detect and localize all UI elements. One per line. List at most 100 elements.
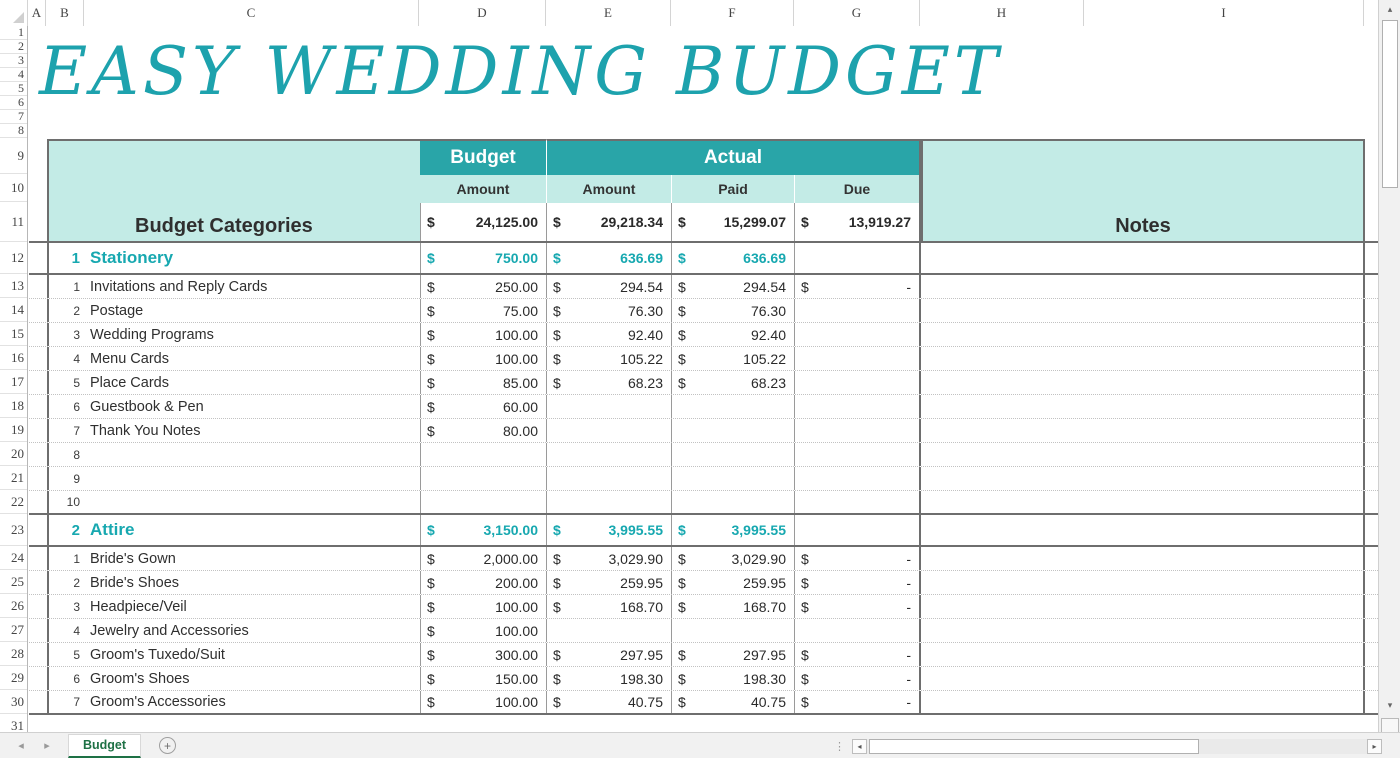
item-number-0-2[interactable]: 3 [47, 323, 85, 346]
spacer-a-0-1[interactable] [29, 299, 47, 322]
row-header-25[interactable]: 25 [0, 570, 28, 594]
spacer-j-1-5[interactable] [1365, 667, 1378, 690]
item-actual-amount-0-5[interactable] [547, 395, 672, 418]
item-number-0-0[interactable]: 1 [47, 275, 85, 298]
row-header-2[interactable]: 2 [0, 40, 28, 54]
item-number-1-5[interactable]: 6 [47, 667, 85, 690]
item-number-0-7[interactable]: 8 [47, 443, 85, 466]
item-due-1-5[interactable]: $- [795, 667, 921, 690]
sheet-next-arrow-icon[interactable]: ▸ [44, 739, 50, 752]
item-name-1-4[interactable]: Groom's Tuxedo/Suit [85, 643, 420, 666]
item-number-0-3[interactable]: 4 [47, 347, 85, 370]
item-number-1-3[interactable]: 4 [47, 619, 85, 642]
spacer-j-1-0[interactable] [1365, 547, 1378, 570]
item-budget-amount-0-6[interactable]: $80.00 [420, 419, 547, 442]
spacer-a-cat-1[interactable] [29, 515, 47, 545]
item-actual-amount-1-2[interactable]: $168.70 [547, 595, 672, 618]
item-budget-amount-0-9[interactable] [420, 491, 547, 513]
item-number-0-8[interactable]: 9 [47, 467, 85, 490]
item-budget-amount-1-3[interactable]: $100.00 [420, 619, 547, 642]
item-due-0-2[interactable] [795, 323, 921, 346]
item-budget-amount-0-3[interactable]: $100.00 [420, 347, 547, 370]
item-due-1-2[interactable]: $- [795, 595, 921, 618]
row-header-10[interactable]: 10 [0, 174, 28, 202]
item-name-0-9[interactable] [85, 491, 420, 513]
item-number-1-1[interactable]: 2 [47, 571, 85, 594]
spacer-j-0-4[interactable] [1365, 371, 1378, 394]
spacer-a-0-8[interactable] [29, 467, 47, 490]
spacer-a-0-5[interactable] [29, 395, 47, 418]
row-header-16[interactable]: 16 [0, 346, 28, 370]
row-header-18[interactable]: 18 [0, 394, 28, 418]
row-header-26[interactable]: 26 [0, 594, 28, 618]
spacer-a-0-4[interactable] [29, 371, 47, 394]
item-number-0-4[interactable]: 5 [47, 371, 85, 394]
category-name-1[interactable]: Attire [85, 515, 420, 545]
column-header-h[interactable]: H [920, 0, 1084, 26]
item-actual-amount-0-3[interactable]: $105.22 [547, 347, 672, 370]
item-paid-0-7[interactable] [672, 443, 795, 466]
row-header-11[interactable]: 11 [0, 202, 28, 242]
category-actual-amount-0[interactable]: $636.69 [547, 243, 672, 273]
spacer-j-0-7[interactable] [1365, 443, 1378, 466]
row-header-21[interactable]: 21 [0, 466, 28, 490]
horizontal-scrollbar[interactable]: ⋮ ◂ ▸ [834, 737, 1382, 755]
item-budget-amount-0-0[interactable]: $250.00 [420, 275, 547, 298]
column-header-i[interactable]: I [1084, 0, 1364, 26]
category-number-0[interactable]: 1 [47, 243, 85, 273]
category-paid-1[interactable]: $3,995.55 [672, 515, 795, 545]
item-paid-0-1[interactable]: $76.30 [672, 299, 795, 322]
item-paid-0-5[interactable] [672, 395, 795, 418]
row-header-22[interactable]: 22 [0, 490, 28, 514]
item-name-0-1[interactable]: Postage [85, 299, 420, 322]
row-header-31[interactable]: 31 [0, 714, 28, 732]
row-header-1[interactable]: 1 [0, 26, 28, 40]
spacer-j-1-1[interactable] [1365, 571, 1378, 594]
add-sheet-icon[interactable]: + [159, 737, 176, 754]
item-number-0-1[interactable]: 2 [47, 299, 85, 322]
item-due-0-8[interactable] [795, 467, 921, 490]
spacer-j-1-2[interactable] [1365, 595, 1378, 618]
item-number-1-6[interactable]: 7 [47, 691, 85, 713]
item-paid-0-9[interactable] [672, 491, 795, 513]
row-header-8[interactable]: 8 [0, 124, 28, 138]
item-actual-amount-1-4[interactable]: $297.95 [547, 643, 672, 666]
item-actual-amount-0-1[interactable]: $76.30 [547, 299, 672, 322]
sheet-grid[interactable]: EASY WEDDING BUDGET Budget Actual [29, 27, 1378, 732]
category-due-1[interactable] [795, 515, 921, 545]
spacer-a-1-4[interactable] [29, 643, 47, 666]
item-due-1-3[interactable] [795, 619, 921, 642]
row-header-6[interactable]: 6 [0, 96, 28, 110]
item-paid-0-2[interactable]: $92.40 [672, 323, 795, 346]
item-actual-amount-0-9[interactable] [547, 491, 672, 513]
spacer-j-0-6[interactable] [1365, 419, 1378, 442]
item-number-1-0[interactable]: 1 [47, 547, 85, 570]
item-due-1-0[interactable]: $- [795, 547, 921, 570]
item-budget-amount-0-8[interactable] [420, 467, 547, 490]
category-notes-1[interactable] [921, 515, 1365, 545]
item-budget-amount-0-2[interactable]: $100.00 [420, 323, 547, 346]
spacer-a-0-9[interactable] [29, 491, 47, 513]
item-paid-0-3[interactable]: $105.22 [672, 347, 795, 370]
sheet-tab-budget[interactable]: Budget [68, 734, 141, 758]
item-paid-1-1[interactable]: $259.95 [672, 571, 795, 594]
item-notes-0-1[interactable] [921, 299, 1365, 322]
item-actual-amount-1-1[interactable]: $259.95 [547, 571, 672, 594]
spacer-a-cat-0[interactable] [29, 243, 47, 273]
spacer-j-0-2[interactable] [1365, 323, 1378, 346]
item-number-1-2[interactable]: 3 [47, 595, 85, 618]
column-header-g[interactable]: G [794, 0, 920, 26]
row-header-27[interactable]: 27 [0, 618, 28, 642]
item-notes-0-7[interactable] [921, 443, 1365, 466]
item-notes-0-4[interactable] [921, 371, 1365, 394]
spacer-j-1-4[interactable] [1365, 643, 1378, 666]
column-header-e[interactable]: E [546, 0, 671, 26]
item-actual-amount-1-0[interactable]: $3,029.90 [547, 547, 672, 570]
category-due-0[interactable] [795, 243, 921, 273]
item-notes-1-6[interactable] [921, 691, 1365, 713]
item-actual-amount-0-7[interactable] [547, 443, 672, 466]
item-budget-amount-1-2[interactable]: $100.00 [420, 595, 547, 618]
row-header-7[interactable]: 7 [0, 110, 28, 124]
spacer-a-1-1[interactable] [29, 571, 47, 594]
item-actual-amount-0-0[interactable]: $294.54 [547, 275, 672, 298]
